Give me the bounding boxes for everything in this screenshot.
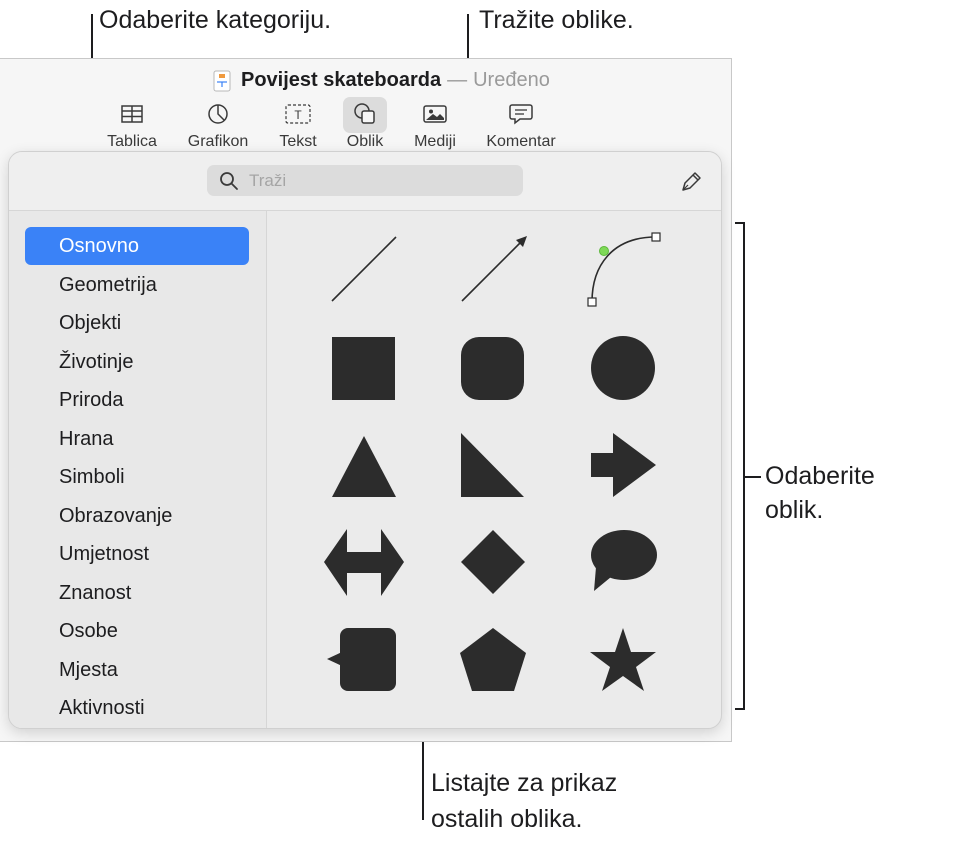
toolbar-media-button[interactable]: Mediji bbox=[408, 101, 462, 151]
category-sidebar: Osnovno Geometrija Objekti Životinje Pri… bbox=[9, 211, 267, 728]
shape-right-triangle[interactable] bbox=[461, 433, 524, 497]
shape-grid bbox=[267, 211, 721, 728]
pen-tool-icon[interactable] bbox=[679, 168, 705, 194]
toolbar-comment-button[interactable]: Komentar bbox=[480, 101, 562, 151]
category-item-zivotinje[interactable]: Životinje bbox=[25, 343, 249, 381]
svg-text:T: T bbox=[294, 108, 302, 122]
window-title: Povijest skateboarda — Uređeno bbox=[213, 69, 550, 92]
callout-scroll-1: Listajte za prikaz bbox=[431, 769, 618, 797]
title-separator: — bbox=[447, 69, 468, 91]
toolbar-comment-label: Komentar bbox=[486, 133, 556, 150]
shape-rounded-square[interactable] bbox=[461, 337, 524, 400]
toolbar-media-label: Mediji bbox=[414, 133, 456, 150]
shape-triangle[interactable] bbox=[332, 436, 396, 497]
toolbar-text-button[interactable]: T Tekst bbox=[275, 101, 321, 151]
shape-square[interactable] bbox=[332, 337, 395, 400]
callout-search-shapes: Tražite oblike. bbox=[479, 6, 634, 34]
category-item-mjesta[interactable]: Mjesta bbox=[25, 651, 249, 689]
media-icon bbox=[423, 105, 447, 123]
chart-icon bbox=[208, 104, 228, 124]
shape-curve[interactable] bbox=[587, 232, 661, 307]
toolbar-table-label: Tablica bbox=[107, 133, 157, 150]
toolbar-chart-button[interactable]: Grafikon bbox=[183, 101, 253, 151]
category-item-geometrija[interactable]: Geometrija bbox=[25, 266, 249, 304]
search-field[interactable]: Traži bbox=[207, 165, 523, 196]
toolbar-chart-label: Grafikon bbox=[187, 133, 249, 150]
callout-bracket-top bbox=[735, 222, 744, 224]
shape-diamond[interactable] bbox=[461, 530, 525, 594]
titlebar: Povijest skateboarda — Uređeno Tablica G… bbox=[0, 59, 731, 156]
shape-library-popover: Traži Osnovno Geometrija Objekti Životin… bbox=[8, 151, 722, 729]
category-item-aktivnosti[interactable]: Aktivnosti bbox=[25, 689, 249, 727]
table-icon bbox=[121, 105, 143, 123]
category-item-znanost[interactable]: Znanost bbox=[25, 574, 249, 612]
callout-choose-shape-1: Odaberite bbox=[765, 462, 875, 490]
callout-bracket bbox=[743, 222, 745, 710]
category-item-obrazovanje[interactable]: Obrazovanje bbox=[25, 497, 249, 535]
category-item-osnovno[interactable]: Osnovno bbox=[25, 227, 249, 265]
callout-bracket-bottom bbox=[735, 708, 744, 710]
popover-header: Traži bbox=[9, 152, 721, 211]
shape-pentagon[interactable] bbox=[460, 628, 526, 691]
callout-choose-category: Odaberite kategoriju. bbox=[99, 6, 332, 34]
shape-arrow-line[interactable] bbox=[461, 236, 527, 302]
text-box-icon: T bbox=[285, 104, 311, 124]
shape-star[interactable] bbox=[590, 628, 656, 691]
category-item-hrana[interactable]: Hrana bbox=[25, 420, 249, 458]
shape-callout-square[interactable] bbox=[327, 628, 396, 691]
shape-double-arrow[interactable] bbox=[324, 529, 404, 596]
category-item-simboli[interactable]: Simboli bbox=[25, 458, 249, 496]
shape-icon bbox=[354, 103, 375, 124]
document-name: Povijest skateboarda bbox=[241, 69, 442, 91]
callout-choose-shape-2: oblik. bbox=[765, 496, 824, 524]
shape-line[interactable] bbox=[331, 236, 397, 302]
callout-scroll-2: ostalih oblika. bbox=[431, 805, 583, 833]
toolbar-shape-button[interactable]: Oblik bbox=[340, 101, 390, 151]
toolbar-shape-label: Oblik bbox=[346, 133, 384, 150]
shape-circle[interactable] bbox=[591, 336, 655, 400]
toolbar-text-label: Tekst bbox=[279, 133, 317, 150]
category-item-priroda[interactable]: Priroda bbox=[25, 381, 249, 419]
search-icon bbox=[220, 171, 238, 190]
category-item-objekti[interactable]: Objekti bbox=[25, 304, 249, 342]
callout-bracket-pointer bbox=[743, 476, 761, 478]
category-item-umjetnost[interactable]: Umjetnost bbox=[25, 535, 249, 573]
shape-speech-bubble[interactable] bbox=[591, 530, 657, 591]
shape-arrow[interactable] bbox=[591, 433, 656, 497]
category-item-osobe[interactable]: Osobe bbox=[25, 612, 249, 650]
document-icon bbox=[213, 70, 231, 91]
shape-grid-canvas bbox=[324, 232, 661, 691]
comment-icon bbox=[509, 104, 533, 125]
toolbar-table-button[interactable]: Tablica bbox=[103, 101, 161, 151]
document-state: Uređeno bbox=[473, 69, 550, 91]
search-placeholder: Traži bbox=[249, 170, 287, 190]
